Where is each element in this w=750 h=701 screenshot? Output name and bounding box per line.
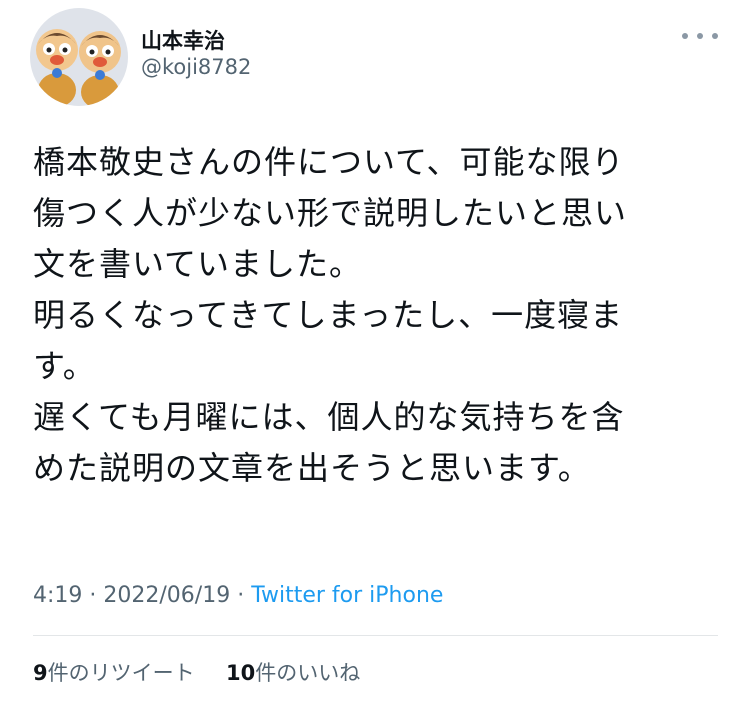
tweet-text-line: 傷つく人が少ない形で説明したいと思い xyxy=(33,194,628,232)
tweet-text-line: めた説明の文章を出そうと思います。 xyxy=(33,449,591,487)
more-horizontal-icon xyxy=(682,33,688,39)
more-horizontal-icon xyxy=(697,33,703,39)
retweets-stat[interactable]: 9件のリツイート xyxy=(33,661,195,685)
retweets-count: 9 xyxy=(33,661,48,685)
tweet-text-line: 遅くても月曜には、個人的な気持ちを含 xyxy=(33,398,625,436)
tweet-text-line: 文を書いていました。 xyxy=(33,245,363,283)
meta-separator: · xyxy=(82,583,104,608)
tweet-text-line: 明るくなってきてしまったし、一度寝ま xyxy=(33,296,624,334)
user-handle[interactable]: @koji8782 xyxy=(141,55,251,79)
meta-separator: · xyxy=(230,583,252,608)
retweets-label: 件のリツイート xyxy=(47,661,195,685)
tweet-source-link[interactable]: Twitter for iPhone xyxy=(251,583,443,608)
tweet-text-line: す。 xyxy=(33,347,96,385)
display-name[interactable]: 山本幸治 xyxy=(141,25,225,55)
likes-count: 10 xyxy=(226,661,256,685)
likes-stat[interactable]: 10件のいいね xyxy=(226,661,360,685)
tweet-text: 橋本敬史さんの件について、可能な限り 傷つく人が少ない形で説明したいと思い 文を… xyxy=(33,137,723,494)
tweet-stats: 9件のリツイート 10件のいいね xyxy=(33,657,360,687)
more-options-button[interactable] xyxy=(682,24,718,48)
tweet-text-line: 橋本敬史さんの件について、可能な限り xyxy=(33,143,625,181)
avatar-figurines-icon xyxy=(30,8,128,106)
avatar[interactable] xyxy=(30,8,128,106)
more-horizontal-icon xyxy=(712,33,718,39)
tweet-time[interactable]: 4:19 xyxy=(33,583,82,608)
likes-label: 件のいいね xyxy=(255,661,361,685)
tweet-metadata: 4:19 · 2022/06/19 · Twitter for iPhone xyxy=(33,583,443,608)
divider xyxy=(33,635,718,636)
tweet-date[interactable]: 2022/06/19 xyxy=(103,583,230,608)
